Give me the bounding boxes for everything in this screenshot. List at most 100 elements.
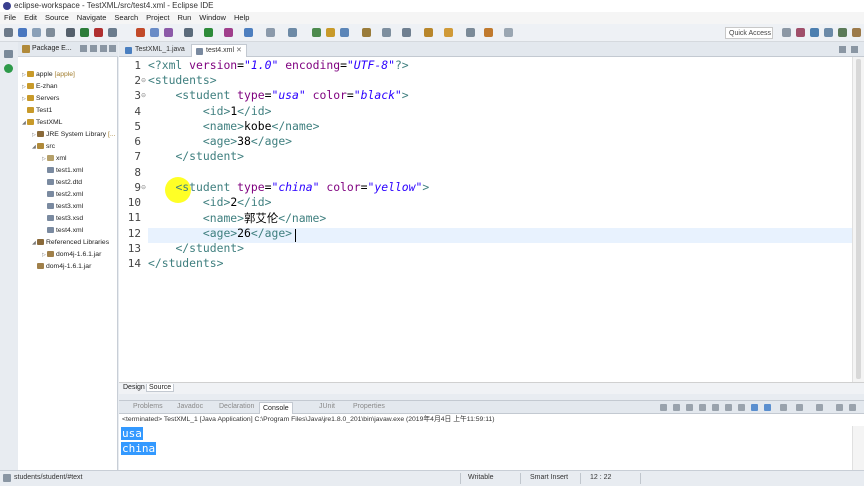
menu-run[interactable]: Run — [174, 12, 196, 22]
terminate-icon[interactable] — [660, 404, 667, 411]
debug-perspective-icon[interactable] — [824, 28, 833, 37]
next-annotation-icon[interactable] — [424, 28, 433, 37]
print-icon[interactable] — [46, 28, 55, 37]
menu-project[interactable]: Project — [142, 12, 173, 22]
tab-javadoc[interactable]: Javadoc — [177, 403, 203, 410]
tree-item-test2-dtd[interactable]: test2.dtd — [42, 179, 82, 186]
javaee-perspective-icon[interactable] — [796, 28, 805, 37]
java-perspective-icon[interactable] — [810, 28, 819, 37]
tab-junit[interactable]: JUnit — [319, 403, 335, 410]
last-edit-icon[interactable] — [466, 28, 475, 37]
minimize-panel-icon[interactable] — [836, 404, 843, 411]
toggle-mark-icon[interactable] — [362, 28, 371, 37]
search-icon[interactable] — [340, 28, 349, 37]
prev-annotation-icon[interactable] — [444, 28, 453, 37]
fold-icon[interactable]: ⊖ — [141, 92, 146, 99]
tree-item-apple[interactable]: ▷ apple [apple] — [22, 71, 75, 78]
terminate-icon[interactable] — [94, 28, 103, 37]
new-console-icon[interactable] — [796, 404, 803, 411]
tree-item-referenced-libraries[interactable]: ◢ Referenced Libraries — [32, 239, 109, 246]
tab-declaration[interactable]: Declaration — [219, 403, 254, 410]
tree-item-xml[interactable]: ▷ xml — [42, 155, 67, 162]
collapse-all-icon[interactable] — [80, 45, 87, 52]
maximize-editor-icon[interactable] — [851, 46, 858, 53]
display-console-icon[interactable] — [764, 404, 771, 411]
fold-icon[interactable]: ⊖ — [141, 77, 146, 84]
close-icon[interactable]: ✕ — [236, 47, 242, 54]
menu-help[interactable]: Help — [230, 12, 253, 22]
back-icon[interactable] — [484, 28, 493, 37]
tab-test4-xml[interactable]: test4.xml ✕ — [191, 44, 247, 57]
tab-properties[interactable]: Properties — [353, 403, 385, 410]
skip-breakpoints-icon[interactable] — [108, 28, 117, 37]
run-icon[interactable] — [80, 28, 89, 37]
junit-view-icon[interactable] — [4, 64, 13, 73]
scroll-lock-icon[interactable] — [712, 404, 719, 411]
tree-item-dom4j-jar-ref[interactable]: ▷ dom4j-1.6.1.jar — [42, 251, 101, 258]
debug-launch-icon[interactable] — [184, 28, 193, 37]
tree-item-test2-xml[interactable]: test2.xml — [42, 191, 83, 198]
console-output[interactable]: usa china — [119, 426, 852, 470]
tab-problems[interactable]: Problems — [133, 403, 163, 410]
menu-file[interactable]: File — [0, 12, 20, 22]
restore-icon[interactable] — [4, 50, 13, 58]
tab-source[interactable]: Source — [146, 384, 175, 392]
tree-item-dom4j-jar[interactable]: dom4j-1.6.1.jar — [32, 263, 91, 270]
minimize-icon[interactable] — [109, 45, 116, 52]
remove-all-icon[interactable] — [686, 404, 693, 411]
pin-console-icon[interactable] — [751, 404, 758, 411]
clear-console-icon[interactable] — [699, 404, 706, 411]
new-java-class-icon[interactable] — [288, 28, 297, 37]
debug-icon[interactable] — [66, 28, 75, 37]
run-launch-icon[interactable] — [204, 28, 213, 37]
view-menu-icon[interactable] — [816, 404, 823, 411]
word-wrap-icon[interactable] — [725, 404, 732, 411]
open-console-icon[interactable] — [780, 404, 787, 411]
tree-item-e-zhan[interactable]: ▷ E-zhan — [22, 83, 58, 90]
open-type-icon[interactable] — [266, 28, 275, 37]
show-on-output-icon[interactable] — [738, 404, 745, 411]
external-tools-icon[interactable] — [164, 28, 173, 37]
tree-item-test4-xml[interactable]: test4.xml — [42, 227, 83, 234]
new-icon[interactable] — [4, 28, 13, 37]
tree-item-jre-system-library[interactable]: ▷ JRE System Library [... — [32, 131, 116, 138]
tree-item-test3-xml[interactable]: test3.xml — [42, 203, 83, 210]
menu-navigate[interactable]: Navigate — [73, 12, 111, 22]
remove-launch-icon[interactable] — [673, 404, 680, 411]
open-perspective-icon[interactable] — [782, 28, 791, 37]
new-package-icon[interactable] — [312, 28, 321, 37]
maximize-panel-icon[interactable] — [849, 404, 856, 411]
save-all-icon[interactable] — [32, 28, 41, 37]
console-vertical-scrollbar[interactable] — [852, 426, 864, 470]
package-explorer-title[interactable]: Package E... — [32, 45, 72, 52]
scrollbar-thumb[interactable] — [856, 59, 861, 379]
tree-item-test1-xml[interactable]: test1.xml — [42, 167, 83, 174]
tree-item-test3-xsd[interactable]: test3.xsd — [42, 215, 83, 222]
coverage-icon[interactable] — [150, 28, 159, 37]
xml-source-editor[interactable]: 1 2 ⊖ 3 ⊖ 4 5 6 7 8 9 ⊖ 10 11 12 13 14 <… — [119, 57, 852, 382]
new-server-icon[interactable] — [244, 28, 253, 37]
menu-edit[interactable]: Edit — [20, 12, 41, 22]
view-menu-icon[interactable] — [100, 45, 107, 52]
tree-item-src[interactable]: ◢ src — [32, 143, 55, 150]
minimize-editor-icon[interactable] — [839, 46, 846, 53]
team-perspective-icon[interactable] — [852, 28, 861, 37]
word-wrap-icon[interactable] — [382, 28, 391, 37]
quick-access-input[interactable]: Quick Access — [725, 27, 773, 39]
tab-design[interactable]: Design — [121, 384, 147, 391]
menu-search[interactable]: Search — [110, 12, 142, 22]
menu-window[interactable]: Window — [195, 12, 230, 22]
fold-icon[interactable]: ⊖ — [141, 184, 146, 191]
save-icon[interactable] — [18, 28, 27, 37]
open-folder-icon[interactable] — [326, 28, 335, 37]
link-editor-icon[interactable] — [90, 45, 97, 52]
tree-item-servers[interactable]: ▷ Servers — [22, 95, 59, 102]
tree-item-testxml[interactable]: ◢ TestXML — [22, 119, 62, 126]
editor-vertical-scrollbar[interactable] — [852, 57, 864, 382]
forward-icon[interactable] — [504, 28, 513, 37]
tree-item-test1[interactable]: Test1 — [22, 107, 52, 114]
menu-source[interactable]: Source — [41, 12, 73, 22]
junit-icon[interactable] — [136, 28, 145, 37]
profile-icon[interactable] — [224, 28, 233, 37]
git-perspective-icon[interactable] — [838, 28, 847, 37]
